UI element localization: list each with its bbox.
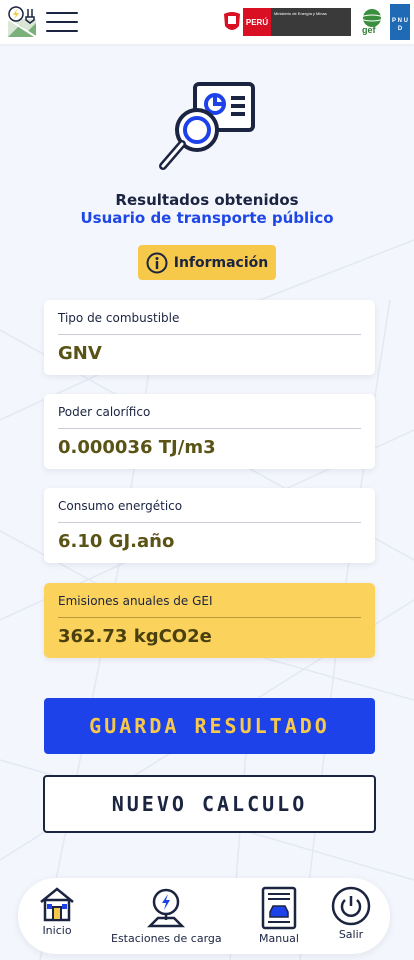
information-label: Información [173, 254, 269, 271]
nav-label-manual: Manual [259, 932, 299, 945]
save-result-button[interactable]: GUARDA RESULTADO [44, 698, 375, 754]
calorific-power-card: Poder calorífico 0.000036 TJ/m3 [44, 394, 375, 469]
nav-item-home[interactable]: Inicio [37, 886, 77, 937]
home-icon [40, 887, 74, 922]
peru-ministry-logo: PERÚ Ministerio de Energía y Minas [221, 8, 351, 36]
results-search-icon [159, 82, 255, 170]
energy-consumption-card: Consumo energético 6.10 GJ.año [44, 488, 375, 563]
manual-icon [261, 886, 297, 930]
divider [58, 428, 361, 429]
info-icon [146, 252, 168, 273]
nav-item-manual[interactable]: Manual [259, 886, 299, 945]
new-calculation-button[interactable]: NUEVO CALCULO [43, 775, 376, 833]
nav-item-exit[interactable]: Salir [331, 886, 371, 941]
app-header: PERÚ Ministerio de Energía y Minas gef P… [0, 0, 414, 44]
fuel-type-label: Tipo de combustible [58, 311, 180, 325]
calorific-power-value: 0.000036 TJ/m3 [58, 437, 216, 458]
energy-consumption-label: Consumo energético [58, 499, 183, 513]
pnud-logo: P N U D [390, 4, 410, 40]
nav-label-home: Inicio [42, 924, 72, 937]
results-title: Resultados obtenidos [115, 191, 299, 209]
charging-station-icon [147, 888, 186, 928]
user-type-subtitle: Usuario de transporte público [80, 209, 334, 227]
ministry-label: Ministerio de Energía y Minas [271, 8, 351, 36]
nav-label-charging-stations: Estaciones de carga [111, 932, 222, 945]
menu-button[interactable] [44, 8, 80, 36]
app-logo-icon [7, 6, 37, 38]
calorific-power-label: Poder calorífico [58, 405, 151, 419]
ghg-emissions-value: 362.73 kgCO2e [58, 626, 212, 647]
energy-consumption-value: 6.10 GJ.año [58, 531, 175, 552]
nav-label-exit: Salir [338, 928, 364, 941]
ghg-emissions-label: Emisiones anuales de GEI [58, 594, 213, 608]
peru-label: PERÚ [243, 8, 271, 36]
power-icon [331, 886, 371, 926]
bottom-nav: Inicio Estaciones de carga Manual Salir [18, 878, 390, 954]
divider [58, 522, 361, 523]
nav-item-charging-stations[interactable]: Estaciones de carga [111, 886, 222, 945]
fuel-type-value: GNV [58, 343, 102, 364]
ghg-emissions-card: Emisiones anuales de GEI 362.73 kgCO2e [44, 583, 375, 658]
fuel-type-card: Tipo de combustible GNV [44, 300, 375, 375]
peru-shield-icon [224, 12, 240, 30]
gef-label: gef [362, 25, 376, 35]
divider [58, 617, 361, 618]
information-button[interactable]: Información [138, 245, 276, 280]
divider [58, 334, 361, 335]
